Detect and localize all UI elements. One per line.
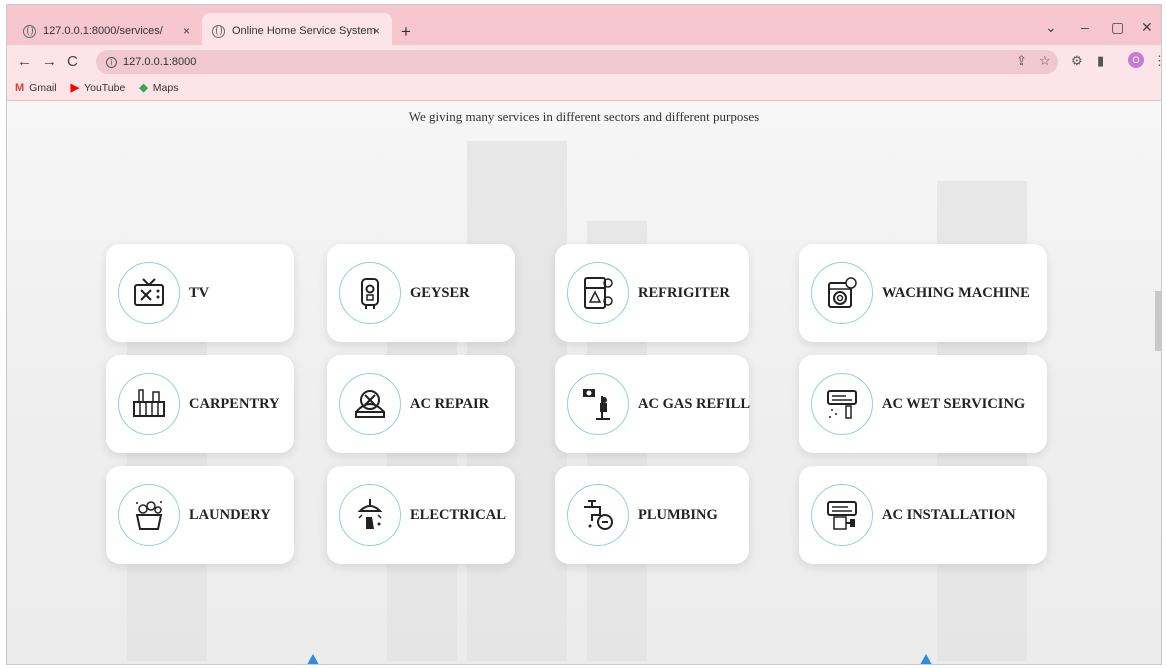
globe-icon: [212, 24, 225, 38]
service-card-laundry[interactable]: LAUNDERY: [106, 466, 294, 564]
geyser-icon: [339, 262, 401, 324]
tab-strip: 127.0.0.1:8000/services/ × Online Home S…: [7, 5, 1161, 49]
service-card-washing-machine[interactable]: WACHING MACHINE: [799, 244, 1047, 342]
bookmark-star-icon[interactable]: ☆: [1039, 53, 1051, 69]
toolbar: ← → C i 127.0.0.1:8000 ⇪ ☆ ⚙ ▮ ⋮: [7, 45, 1161, 79]
scrollbar-thumb[interactable]: [1155, 291, 1161, 351]
electrical-icon: [339, 484, 401, 546]
service-label: REFRIGITER: [638, 284, 730, 301]
site-info-icon[interactable]: i: [106, 56, 117, 68]
tab-title: Online Home Service System: [232, 25, 376, 37]
extensions-icon[interactable]: ⚙: [1071, 53, 1083, 69]
bookmark-label: Maps: [152, 81, 179, 94]
browser-window: 127.0.0.1:8000/services/ × Online Home S…: [6, 4, 1162, 665]
service-label: WACHING MACHINE: [882, 284, 1030, 301]
service-card-ac-repair[interactable]: AC REPAIR: [327, 355, 515, 453]
bookmark-label: Gmail: [29, 81, 57, 94]
up-arrow-icon: [916, 654, 936, 664]
laundry-icon: [118, 484, 180, 546]
bookmark-maps[interactable]: ◆ Maps: [139, 81, 179, 95]
forward-icon[interactable]: →: [42, 53, 57, 70]
close-tab-icon[interactable]: ×: [183, 24, 190, 38]
ac-repair-icon: [339, 373, 401, 435]
ac-wet-servicing-icon: [811, 373, 873, 435]
address-bar[interactable]: i 127.0.0.1:8000: [96, 50, 1058, 74]
service-card-geyser[interactable]: GEYSER: [327, 244, 515, 342]
bookmark-youtube[interactable]: ▶ YouTube: [70, 81, 126, 95]
tab-search-icon[interactable]: ⌄: [1045, 19, 1057, 36]
profile-avatar[interactable]: O: [1128, 52, 1144, 68]
tab-services[interactable]: 127.0.0.1:8000/services/ ×: [17, 13, 202, 49]
side-panel-icon[interactable]: ▮: [1097, 53, 1104, 69]
youtube-icon: ▶: [70, 82, 80, 94]
service-card-plumbing[interactable]: PLUMBING: [555, 466, 749, 564]
service-card-ac-gas-refill[interactable]: AC GAS REFILL: [555, 355, 750, 453]
service-card-ac-installation[interactable]: AC INSTALLATION: [799, 466, 1047, 564]
service-label: ELECTRICAL: [410, 506, 506, 523]
globe-icon: [23, 24, 36, 38]
washing-machine-icon: [811, 262, 873, 324]
url-text: 127.0.0.1:8000: [123, 56, 197, 68]
service-card-ac-wet-servicing[interactable]: AC WET SERVICING: [799, 355, 1047, 453]
plumbing-icon: [567, 484, 629, 546]
tv-icon: [118, 262, 180, 324]
up-arrow-icon: [303, 654, 323, 664]
reload-icon[interactable]: C: [67, 53, 78, 70]
service-label: LAUNDERY: [189, 506, 271, 523]
maximize-icon[interactable]: ▢: [1111, 19, 1124, 36]
service-label: PLUMBING: [638, 506, 718, 523]
menu-icon[interactable]: ⋮: [1153, 53, 1161, 69]
tab-online-home-service[interactable]: Online Home Service System ×: [202, 13, 392, 49]
ac-gas-refill-icon: [567, 373, 629, 435]
service-label: CARPENTRY: [189, 395, 280, 412]
service-label: TV: [189, 284, 210, 301]
services-page: We giving many services in different sec…: [7, 101, 1161, 664]
service-label: AC GAS REFILL: [638, 395, 750, 412]
bookmark-gmail[interactable]: M Gmail: [15, 82, 57, 94]
refrigerator-icon: [567, 262, 629, 324]
maps-icon: ◆: [139, 82, 148, 94]
close-window-icon[interactable]: ✕: [1141, 19, 1153, 36]
tab-title: 127.0.0.1:8000/services/: [43, 25, 163, 37]
service-card-tv[interactable]: TV: [106, 244, 294, 342]
service-label: AC INSTALLATION: [882, 506, 1016, 523]
bookmark-label: YouTube: [84, 81, 126, 94]
service-label: AC WET SERVICING: [882, 395, 1026, 412]
carpentry-icon: [118, 373, 180, 435]
bookmarks-bar: M Gmail ▶ YouTube ◆ Maps: [7, 75, 1161, 101]
service-card-refrigerator[interactable]: REFRIGITER: [555, 244, 749, 342]
minimize-icon[interactable]: –: [1081, 19, 1089, 35]
intro-text: We giving many services in different sec…: [408, 109, 760, 124]
share-icon[interactable]: ⇪: [1016, 53, 1027, 69]
service-card-electrical[interactable]: ELECTRICAL: [327, 466, 515, 564]
service-label: AC REPAIR: [410, 395, 490, 412]
back-icon[interactable]: ←: [17, 53, 32, 70]
ac-installation-icon: [811, 484, 873, 546]
service-label: GEYSER: [410, 284, 470, 301]
service-card-carpentry[interactable]: CARPENTRY: [106, 355, 294, 453]
new-tab-button[interactable]: +: [401, 22, 411, 42]
close-tab-icon[interactable]: ×: [373, 24, 380, 38]
gmail-icon: M: [15, 81, 25, 94]
